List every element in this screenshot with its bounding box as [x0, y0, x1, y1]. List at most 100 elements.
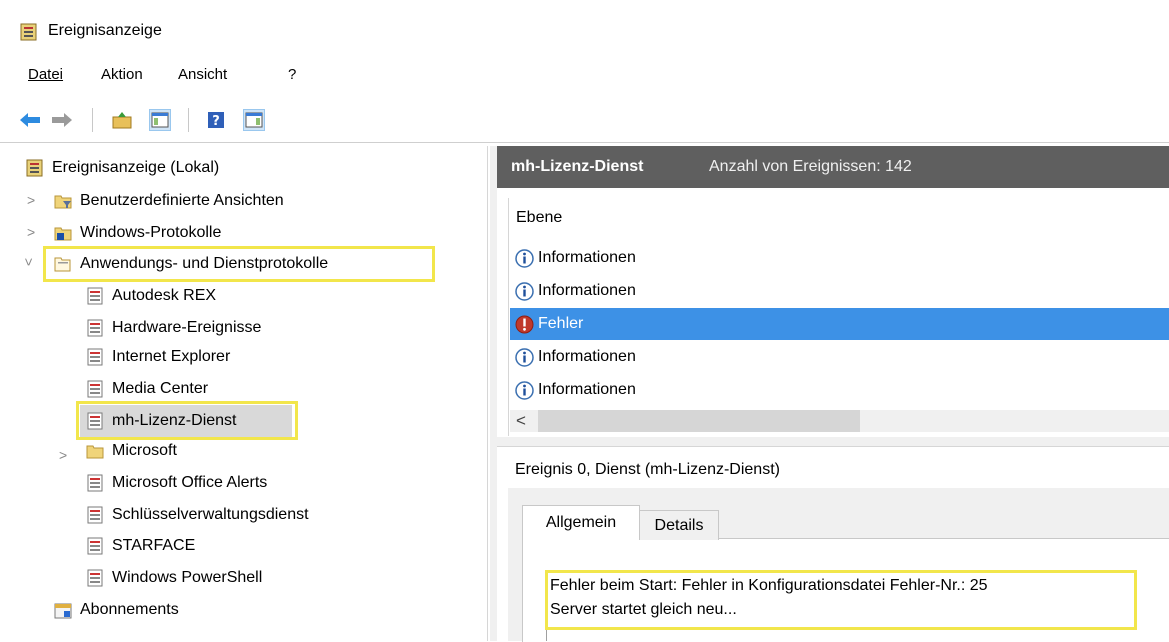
tree-item-label: Windows PowerShell [112, 569, 263, 586]
folder-filter-icon [54, 195, 72, 209]
tree-item-label: Microsoft [112, 442, 177, 459]
tree-item-key-management[interactable]: Schlüsselverwaltungsdienst [86, 501, 309, 529]
info-icon [515, 347, 534, 367]
tree-item-windows-logs[interactable]: Windows-Protokolle [54, 219, 221, 247]
title-bar: Ereignisanzeige [0, 0, 1169, 58]
toolbar [0, 98, 1169, 140]
event-log-icon [87, 537, 103, 555]
tree-item-label: Autodesk REX [112, 287, 217, 304]
event-log-icon [87, 506, 103, 524]
event-viewer-app-icon [20, 23, 37, 41]
event-log-icon [87, 287, 103, 305]
info-icon [515, 281, 534, 301]
menu-datei-label: Datei [28, 66, 64, 83]
back-button[interactable] [20, 110, 40, 130]
event-viewer-icon [26, 159, 43, 177]
event-level: Informationen [538, 381, 636, 398]
up-button[interactable] [112, 110, 132, 130]
tree-item-label: Media Center [112, 380, 209, 397]
toolbar-divider [0, 142, 1169, 143]
pane-splitter[interactable] [490, 146, 497, 641]
scrollbar-thumb[interactable] [538, 410, 860, 432]
event-row[interactable]: Informationen [510, 341, 1169, 373]
log-header: mh-Lizenz-Dienst Anzahl von Ereignissen:… [497, 146, 1169, 188]
horizontal-scrollbar[interactable]: < [510, 410, 1169, 432]
tab-general[interactable]: Allgemein [522, 505, 640, 540]
tree-item-label: Abonnements [80, 601, 179, 618]
action-pane-icon [245, 112, 263, 128]
tree-item-label: Windows-Protokolle [80, 224, 222, 241]
expand-chevron-icon[interactable]: > [27, 192, 35, 208]
event-log-icon [87, 569, 103, 587]
detail-splitter[interactable] [497, 437, 1169, 446]
scroll-left-icon[interactable]: < [516, 411, 526, 431]
show-hide-tree-button[interactable] [149, 109, 171, 131]
event-row[interactable]: Informationen [510, 275, 1169, 307]
highlight-box [76, 401, 298, 440]
tree-root-event-viewer[interactable]: Ereignisanzeige (Lokal) [26, 154, 219, 182]
window-title: Ereignisanzeige [48, 22, 162, 39]
tree-item-subscriptions[interactable]: Abonnements [54, 596, 179, 624]
tree-item-label: Internet Explorer [112, 348, 231, 365]
tree-item-ms-office-alerts[interactable]: Microsoft Office Alerts [86, 469, 267, 497]
up-folder-icon [112, 112, 132, 129]
show-hide-tree-icon [151, 112, 169, 128]
collapse-chevron-icon[interactable]: > [21, 258, 37, 266]
help-icon: ? [208, 112, 224, 129]
tree-item-starface[interactable]: STARFACE [86, 532, 195, 560]
menu-datei[interactable]: Datei [28, 66, 63, 83]
menu-ansicht[interactable]: Ansicht [178, 66, 227, 83]
column-header-level[interactable]: Ebene [516, 209, 562, 227]
event-log-icon [87, 380, 103, 398]
event-row[interactable]: Informationen [510, 242, 1169, 274]
forward-button[interactable] [52, 110, 72, 130]
highlight-box [43, 246, 435, 282]
expand-chevron-icon[interactable]: > [59, 447, 67, 463]
event-count: Anzahl von Ereignissen: 142 [709, 158, 912, 175]
tree-item-hardware-events[interactable]: Hardware-Ereignisse [86, 314, 261, 342]
event-level: Fehler [538, 315, 584, 332]
tree-item-label: Schlüsselverwaltungsdienst [112, 506, 309, 523]
tab-details[interactable]: Details [639, 510, 719, 540]
event-level: Informationen [538, 348, 636, 365]
tree-item-internet-explorer[interactable]: Internet Explorer [86, 343, 230, 371]
svg-text:?: ? [212, 114, 220, 129]
tree-item-media-center[interactable]: Media Center [86, 375, 208, 403]
tree-root-label: Ereignisanzeige (Lokal) [52, 159, 220, 176]
expand-chevron-icon[interactable]: > [27, 224, 35, 240]
event-level: Informationen [538, 282, 636, 299]
event-detail-header: Ereignis 0, Dienst (mh-Lizenz-Dienst) [497, 446, 1169, 489]
forward-arrow-icon [52, 113, 72, 127]
tree-item-label: Hardware-Ereignisse [112, 319, 262, 336]
event-log-icon [87, 348, 103, 366]
tree-item-label: Microsoft Office Alerts [112, 474, 268, 491]
menu-help[interactable]: ? [288, 66, 296, 83]
toolbar-separator [92, 108, 93, 132]
folder-windows-icon [54, 227, 72, 241]
event-log-icon [87, 319, 103, 337]
action-pane-button[interactable] [243, 109, 265, 131]
info-icon [515, 380, 534, 400]
error-icon [515, 315, 534, 333]
toolbar-separator [188, 108, 189, 132]
event-row-selected[interactable]: Fehler [510, 308, 1169, 340]
back-arrow-icon [20, 113, 40, 127]
tree-item-label: Benutzerdefinierte Ansichten [80, 192, 284, 209]
log-name: mh-Lizenz-Dienst [511, 158, 644, 175]
info-icon [515, 248, 534, 268]
subscriptions-icon [54, 603, 72, 619]
event-level: Informationen [538, 249, 636, 266]
tree-item-label: STARFACE [112, 537, 196, 554]
event-row[interactable]: Informationen [510, 374, 1169, 406]
menu-bar [0, 58, 1169, 94]
folder-icon [86, 445, 104, 459]
help-button[interactable]: ? [206, 110, 226, 130]
event-log-icon [87, 474, 103, 492]
highlight-box [545, 570, 1137, 630]
event-detail-title: Ereignis 0, Dienst (mh-Lizenz-Dienst) [515, 461, 780, 478]
tree-item-autodesk-rex[interactable]: Autodesk REX [86, 282, 216, 310]
tree-item-custom-views[interactable]: Benutzerdefinierte Ansichten [54, 187, 284, 215]
tree-item-windows-powershell[interactable]: Windows PowerShell [86, 564, 262, 592]
menu-aktion[interactable]: Aktion [101, 66, 143, 83]
tree-item-microsoft[interactable]: Microsoft [86, 437, 177, 465]
